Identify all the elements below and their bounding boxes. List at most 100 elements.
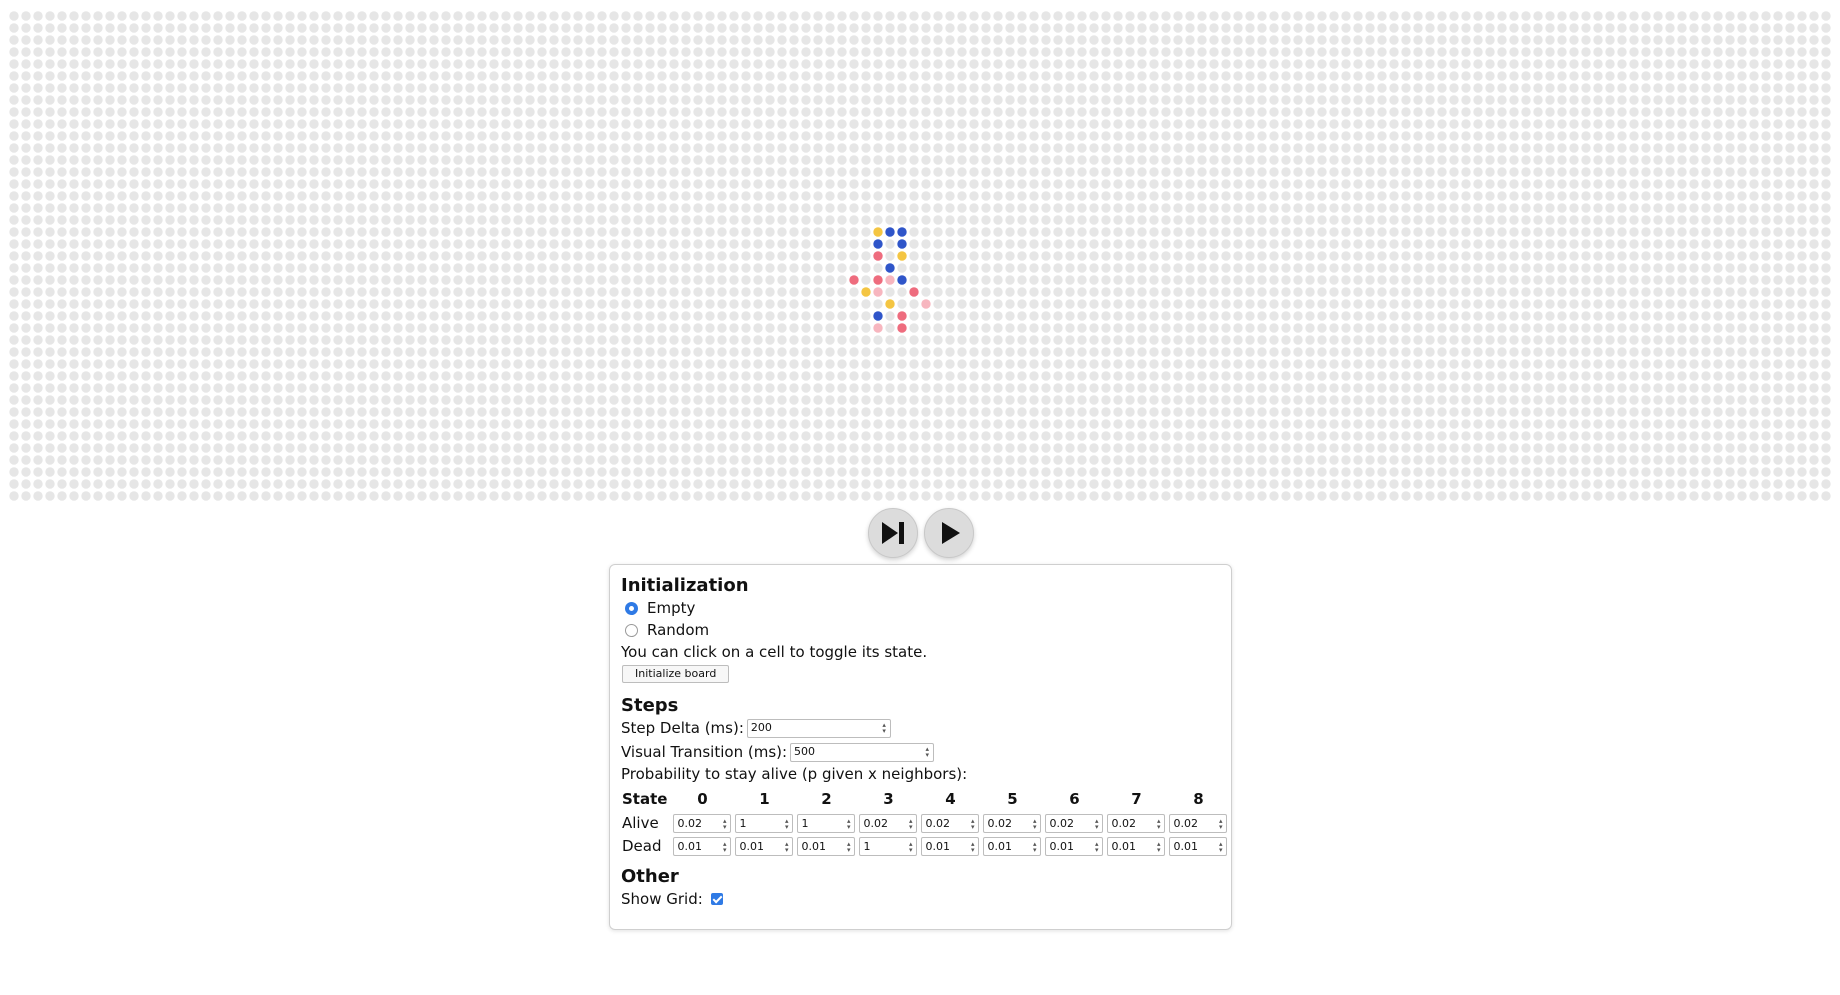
grid-cell[interactable] <box>1293 311 1303 321</box>
grid-cell[interactable] <box>1725 287 1735 297</box>
grid-cell[interactable] <box>1521 155 1531 165</box>
grid-cell[interactable] <box>129 287 139 297</box>
grid-cell[interactable] <box>753 131 763 141</box>
grid-cell[interactable] <box>657 107 667 117</box>
grid-cell[interactable] <box>1377 107 1387 117</box>
grid-cell[interactable] <box>1173 167 1183 177</box>
grid-cell[interactable] <box>1449 83 1459 93</box>
grid-cell[interactable] <box>609 215 619 225</box>
grid-cell[interactable] <box>1197 239 1207 249</box>
grid-cell[interactable] <box>1185 263 1195 273</box>
grid-cell[interactable] <box>417 239 427 249</box>
grid-cell[interactable] <box>801 383 811 393</box>
grid-cell[interactable] <box>1737 155 1747 165</box>
grid-cell[interactable] <box>357 383 367 393</box>
grid-cell[interactable] <box>21 203 31 213</box>
grid-cell[interactable] <box>1281 287 1291 297</box>
grid-cell[interactable] <box>1725 107 1735 117</box>
grid-cell[interactable] <box>981 227 991 237</box>
grid-cell[interactable] <box>1413 11 1423 21</box>
grid-cell[interactable] <box>1821 47 1831 57</box>
grid-cell[interactable] <box>957 371 967 381</box>
grid-cell[interactable] <box>789 95 799 105</box>
grid-cell[interactable] <box>1053 95 1063 105</box>
grid-cell[interactable] <box>1341 35 1351 45</box>
grid-cell[interactable] <box>825 59 835 69</box>
grid-cell[interactable] <box>1149 383 1159 393</box>
grid-cell[interactable] <box>1125 179 1135 189</box>
grid-cell[interactable] <box>1701 167 1711 177</box>
grid-cell[interactable] <box>705 179 715 189</box>
grid-cell[interactable] <box>165 275 175 285</box>
grid-cell[interactable] <box>957 35 967 45</box>
grid-cell[interactable] <box>753 347 763 357</box>
grid-cell[interactable] <box>933 239 943 249</box>
grid-cell[interactable] <box>1425 143 1435 153</box>
grid-cell[interactable] <box>1737 215 1747 225</box>
grid-cell[interactable] <box>753 11 763 21</box>
grid-cell[interactable] <box>537 275 547 285</box>
grid-cell[interactable] <box>1389 167 1399 177</box>
grid-cell[interactable] <box>153 227 163 237</box>
grid-cell[interactable] <box>9 215 19 225</box>
grid-cell[interactable] <box>165 251 175 261</box>
grid-cell[interactable] <box>1137 191 1147 201</box>
grid-cell[interactable] <box>1605 275 1615 285</box>
grid-cell[interactable] <box>225 191 235 201</box>
grid-cell[interactable] <box>1281 47 1291 57</box>
grid-cell[interactable] <box>177 11 187 21</box>
grid-cell[interactable] <box>621 299 631 309</box>
grid-cell[interactable] <box>1497 119 1507 129</box>
grid-cell[interactable] <box>321 47 331 57</box>
grid-cell[interactable] <box>909 371 919 381</box>
grid-cell[interactable] <box>753 227 763 237</box>
grid-cell[interactable] <box>237 95 247 105</box>
grid-cell[interactable] <box>285 251 295 261</box>
grid-cell[interactable] <box>1281 311 1291 321</box>
grid-cell[interactable] <box>81 359 91 369</box>
grid-cell[interactable] <box>201 263 211 273</box>
grid-cell[interactable] <box>753 239 763 249</box>
grid-cell[interactable] <box>1341 95 1351 105</box>
grid-cell[interactable] <box>585 203 595 213</box>
grid-cell[interactable] <box>909 251 919 261</box>
grid-cell[interactable] <box>225 263 235 273</box>
grid-cell[interactable] <box>981 35 991 45</box>
grid-cell[interactable] <box>417 95 427 105</box>
grid-cell[interactable] <box>1545 227 1555 237</box>
grid-cell[interactable] <box>1593 119 1603 129</box>
grid-cell[interactable] <box>1137 35 1147 45</box>
grid-cell[interactable] <box>81 191 91 201</box>
grid-cell[interactable] <box>1149 323 1159 333</box>
grid-cell[interactable] <box>1389 119 1399 129</box>
grid-cell[interactable] <box>1125 239 1135 249</box>
grid-cell[interactable] <box>201 131 211 141</box>
grid-cell[interactable] <box>1125 275 1135 285</box>
grid-cell[interactable] <box>801 71 811 81</box>
grid-cell[interactable] <box>513 347 523 357</box>
grid-cell[interactable] <box>153 335 163 345</box>
grid-cell[interactable] <box>633 347 643 357</box>
grid-cell[interactable] <box>1821 119 1831 129</box>
grid-cell[interactable] <box>1605 71 1615 81</box>
grid-cell[interactable] <box>1401 143 1411 153</box>
grid-cell[interactable] <box>1041 311 1051 321</box>
grid-cell[interactable] <box>105 287 115 297</box>
grid-cell[interactable] <box>465 395 475 405</box>
grid-cell[interactable] <box>597 239 607 249</box>
grid-cell[interactable] <box>933 323 943 333</box>
grid-cell[interactable] <box>1209 47 1219 57</box>
grid-cell[interactable] <box>1029 383 1039 393</box>
grid-cell[interactable] <box>933 263 943 273</box>
grid-cell[interactable] <box>1413 263 1423 273</box>
grid-cell[interactable] <box>1797 167 1807 177</box>
grid-cell[interactable] <box>1149 215 1159 225</box>
grid-cell[interactable] <box>1125 359 1135 369</box>
grid-cell[interactable] <box>717 335 727 345</box>
grid-cell[interactable] <box>1053 323 1063 333</box>
grid-cell[interactable] <box>1677 131 1687 141</box>
grid-cell[interactable] <box>189 359 199 369</box>
grid-cell[interactable] <box>213 155 223 165</box>
grid-cell[interactable] <box>981 287 991 297</box>
grid-cell[interactable] <box>573 47 583 57</box>
